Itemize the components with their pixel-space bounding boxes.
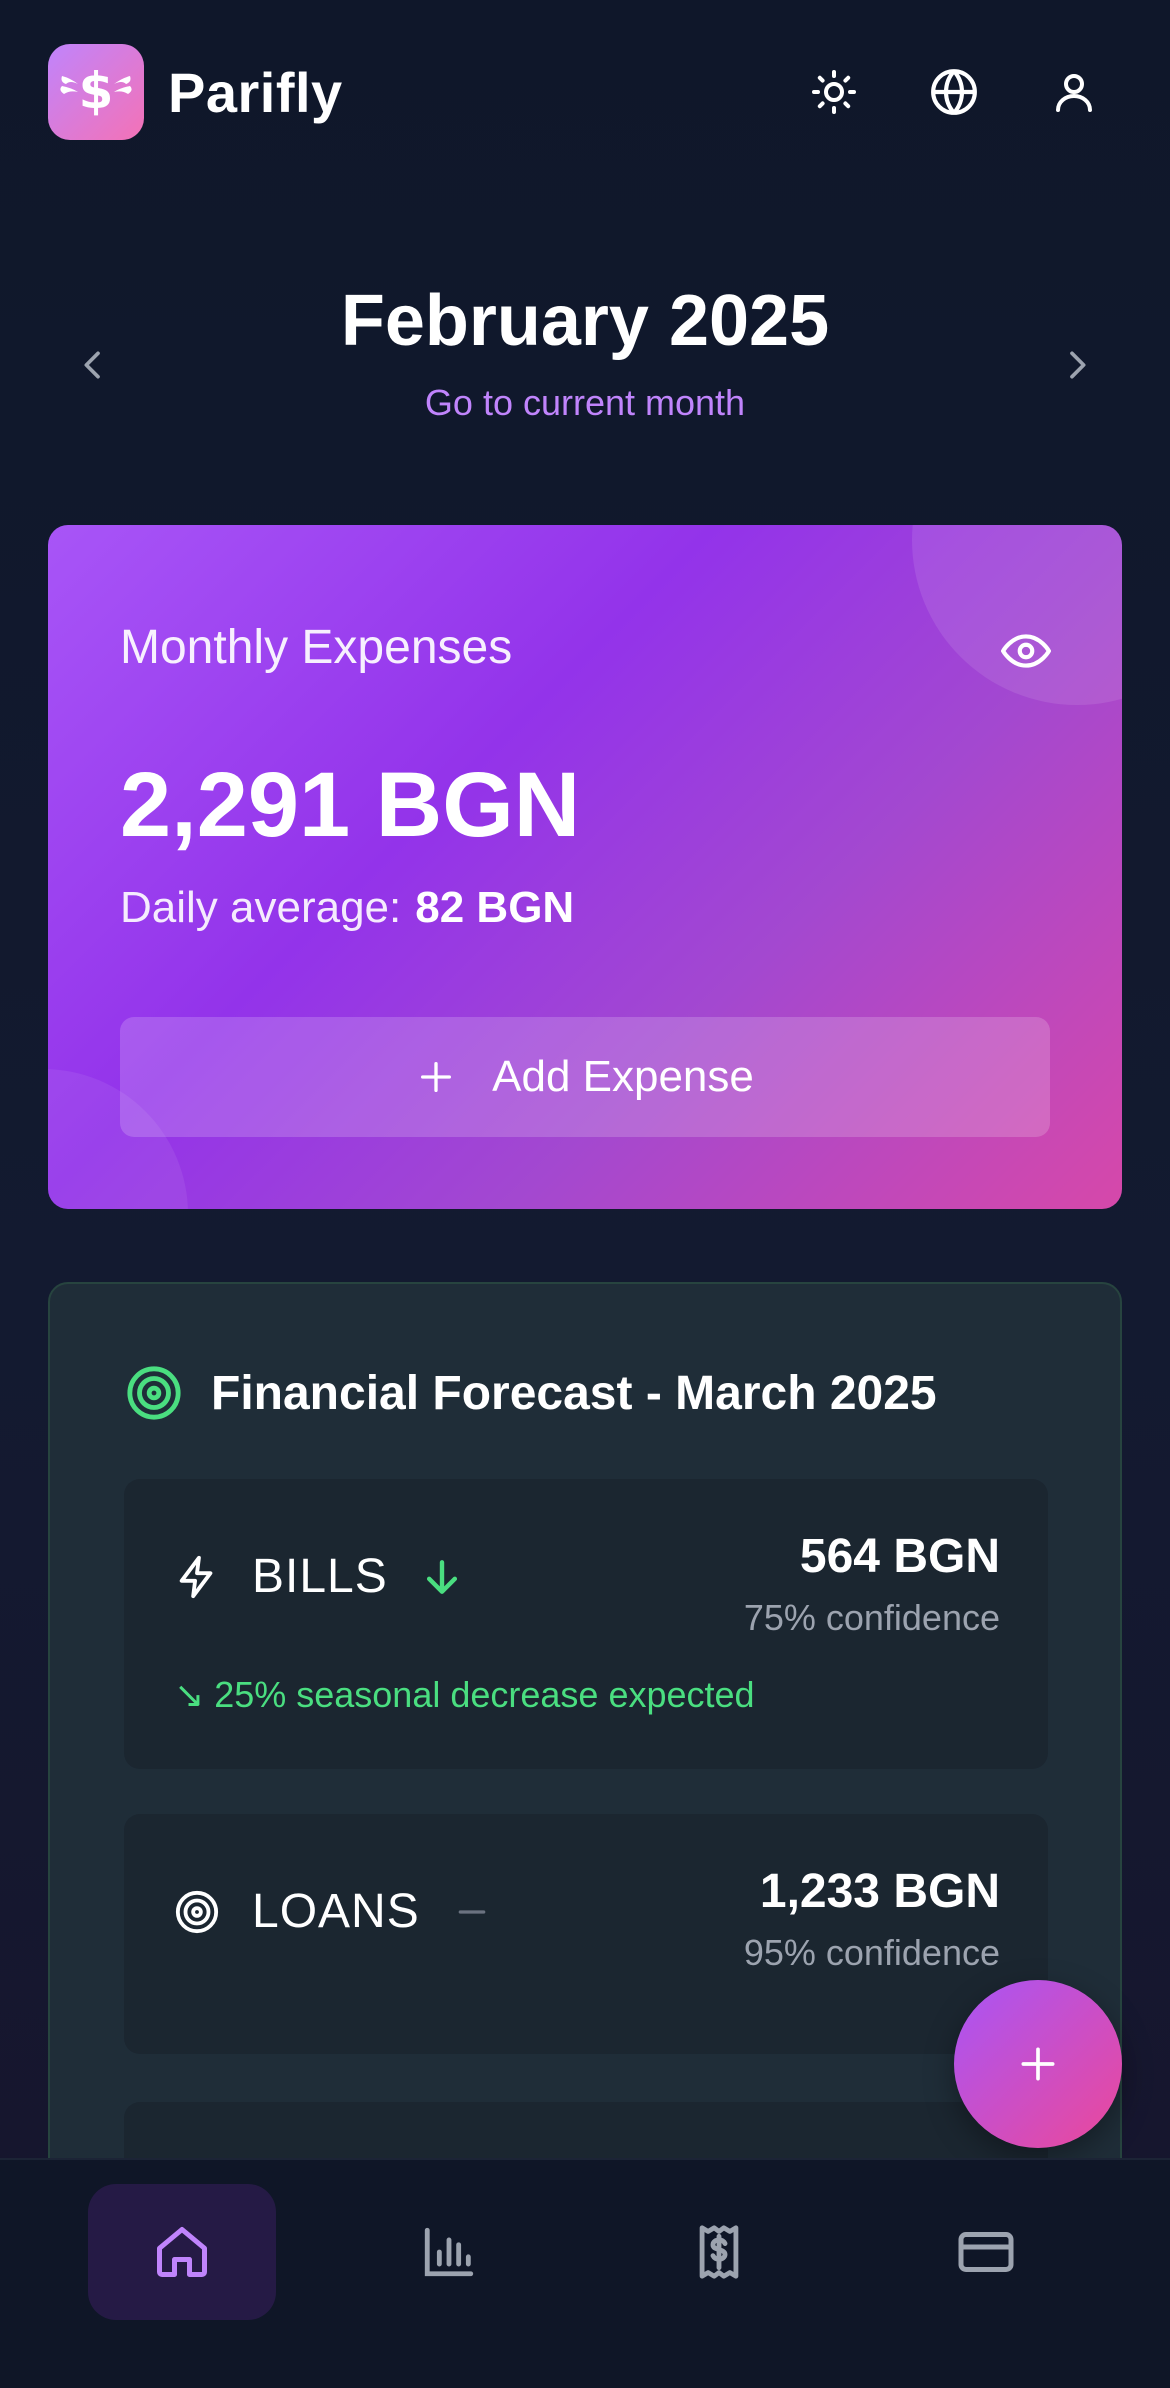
nav-bills[interactable] <box>625 2184 813 2320</box>
nav-cards[interactable] <box>892 2184 1080 2320</box>
floating-add-button[interactable] <box>954 1980 1122 2148</box>
eye-icon <box>1001 634 1051 668</box>
current-month-link[interactable]: Go to current month <box>48 382 1122 424</box>
nav-statistics[interactable] <box>355 2184 543 2320</box>
card-label: Monthly Expenses <box>120 621 513 674</box>
month-navigation: February 2025 Go to current month <box>48 270 1122 440</box>
home-icon <box>157 2227 207 2277</box>
target-icon <box>127 1366 181 1420</box>
arrow-down-right-icon: ↘ <box>174 1674 205 1715</box>
forecast-item-name: BILLS <box>252 1550 388 1603</box>
app-title: Parifly <box>168 60 343 124</box>
svg-text:$: $ <box>79 62 114 120</box>
bolt-icon <box>179 1555 213 1598</box>
header: $ Parifly <box>48 44 1122 140</box>
forecast-item-confidence: 95% confidence <box>743 1932 1000 1973</box>
next-month-button[interactable] <box>1032 320 1122 410</box>
target-icon <box>175 1890 219 1933</box>
theme-toggle-button[interactable] <box>786 44 882 140</box>
forecast-note-text: 25% seasonal decrease expected <box>214 1674 755 1715</box>
trend-flat <box>452 1892 492 1932</box>
minus-icon <box>458 1909 486 1914</box>
app-logo: $ <box>48 44 144 140</box>
forecast-item-left: LOANS <box>174 1884 492 1939</box>
plus-icon <box>421 1062 452 1092</box>
month-title: February 2025 <box>340 281 830 361</box>
globe-icon <box>931 69 977 115</box>
toggle-visibility-button[interactable] <box>990 615 1062 687</box>
forecast-item-note: ↘ 25% seasonal decrease expected <box>174 1674 755 1716</box>
add-expense-label: Add Expense <box>492 1052 754 1101</box>
receipt-icon <box>699 2225 739 2279</box>
header-actions <box>786 44 1122 140</box>
trend-down <box>420 1555 464 1599</box>
daily-average: Daily average: 82 BGN <box>120 883 574 933</box>
forecast-item-bills[interactable]: BILLS 564 BGN 75% confidence ↘ 25% seaso… <box>124 1479 1048 1769</box>
bar-chart-icon <box>424 2227 474 2277</box>
forecast-header: Financial Forecast - March 2025 <box>125 1364 937 1422</box>
credit-card-icon <box>958 2232 1014 2272</box>
forecast-item-name: LOANS <box>252 1885 420 1938</box>
forecast-item-amount: 564 BGN <box>799 1530 1000 1583</box>
arrow-down-icon <box>426 1559 457 1594</box>
monthly-expenses-card: Monthly Expenses 2,291 BGN Daily average… <box>48 525 1122 1209</box>
profile-button[interactable] <box>1026 44 1122 140</box>
forecast-item-left: BILLS <box>174 1549 464 1604</box>
bottom-navigation <box>0 2158 1170 2388</box>
forecast-item-loans[interactable]: LOANS 1,233 BGN 95% confidence <box>124 1814 1048 2054</box>
plus-icon <box>1021 2047 1055 2081</box>
add-expense-button[interactable]: Add Expense <box>120 1017 1050 1137</box>
daily-average-label: Daily average: <box>120 883 402 932</box>
daily-average-value: 82 BGN <box>415 883 575 932</box>
user-icon <box>1056 74 1092 112</box>
nav-home[interactable] <box>88 2184 276 2320</box>
sun-icon <box>812 70 856 114</box>
app-screen: $ Parifly February 2025 Go to current mo… <box>0 0 1170 2388</box>
forecast-title: Financial Forecast - March 2025 <box>211 1366 937 1420</box>
chevron-right-icon <box>1070 351 1086 379</box>
forecast-item-amount: 1,233 BGN <box>759 1865 1000 1918</box>
forecast-item-confidence: 75% confidence <box>743 1597 1000 1638</box>
monthly-amount: 2,291 BGN <box>120 754 581 856</box>
dollar-wings-logo: $ <box>60 62 132 120</box>
language-button[interactable] <box>906 44 1002 140</box>
